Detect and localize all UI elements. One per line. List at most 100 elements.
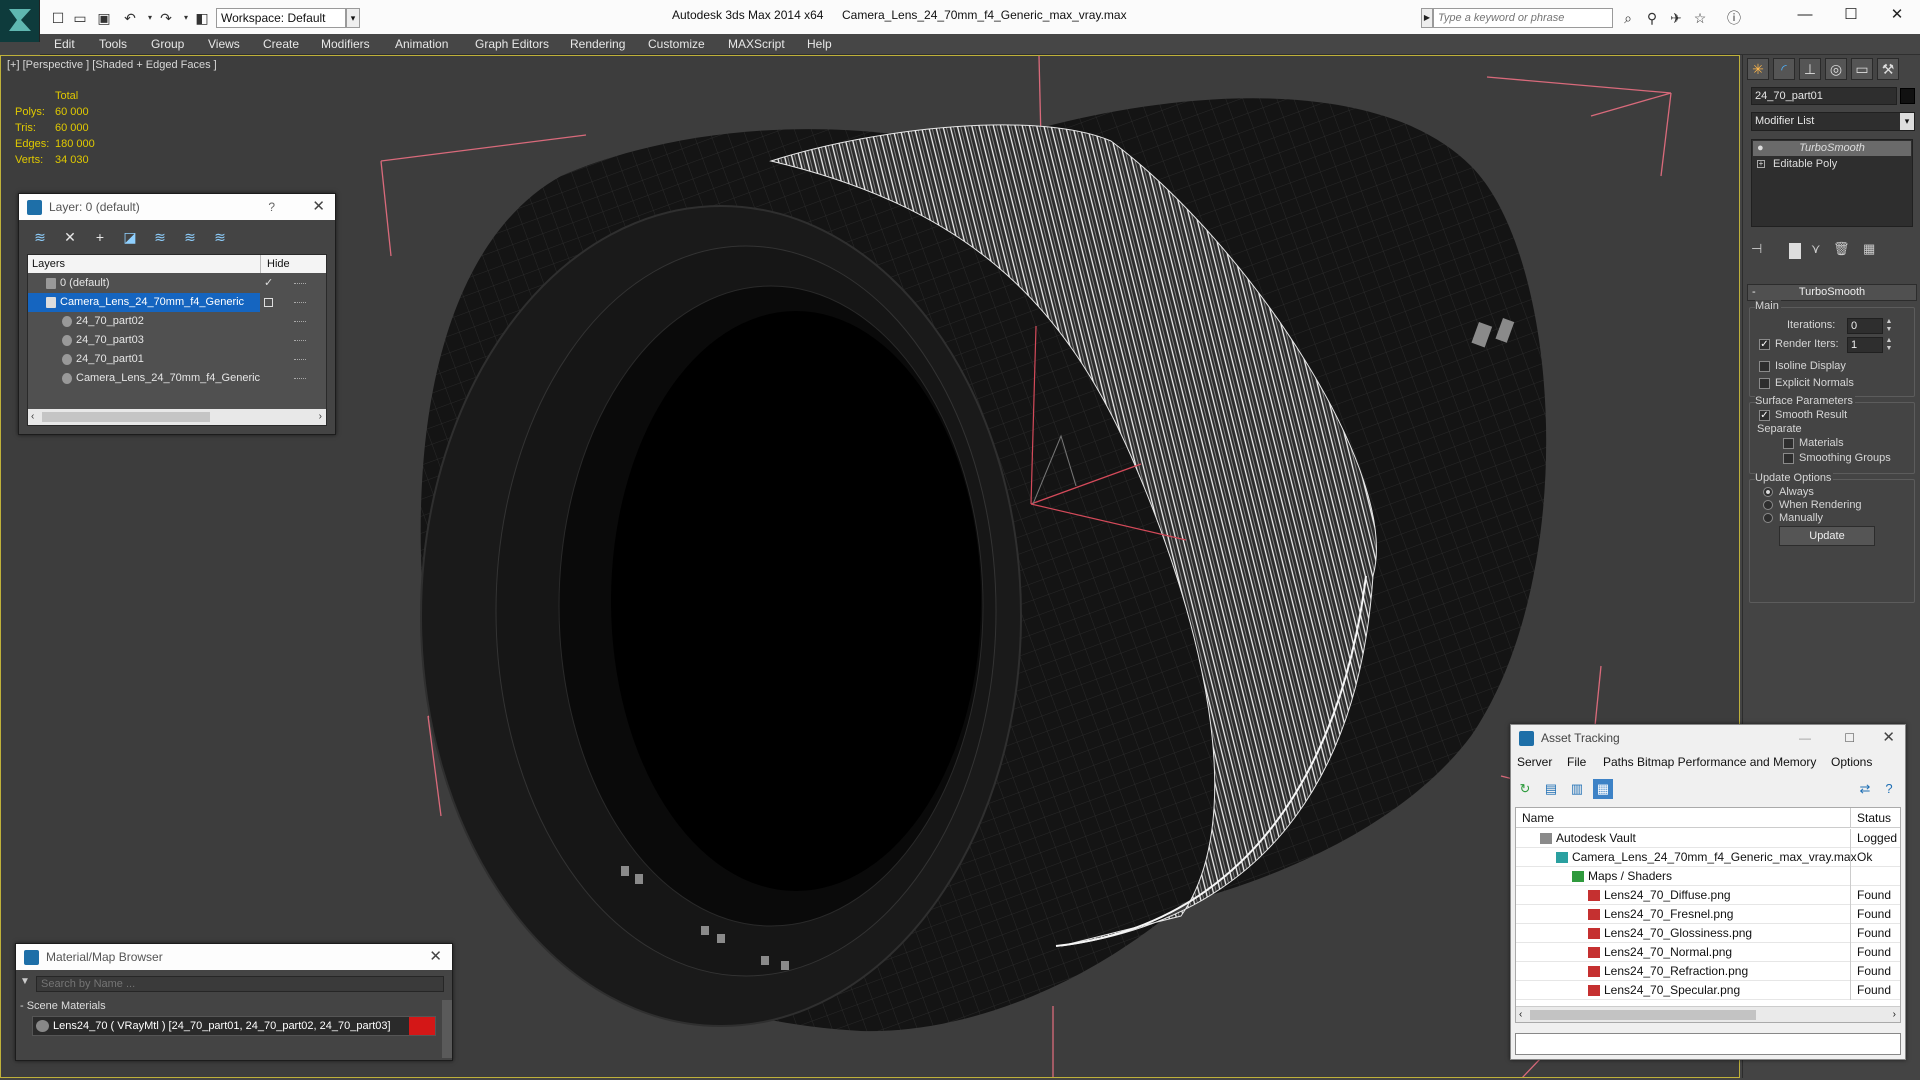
iterations-spinner[interactable]: 0 — [1847, 318, 1883, 334]
minimize-button[interactable]: — — [1799, 725, 1811, 751]
material-item[interactable]: Lens24_70 ( VRayMtl ) [24_70_part01, 24_… — [32, 1016, 436, 1036]
utilities-tab-icon[interactable]: ⚒ — [1877, 58, 1899, 80]
create-layer-icon[interactable]: ≋ — [31, 228, 49, 246]
update-when-rendering-radio[interactable] — [1763, 500, 1773, 510]
material-browser-titlebar[interactable]: Material/Map Browser ✕ — [16, 944, 452, 970]
maximize-button[interactable]: ☐ — [1828, 0, 1874, 30]
layer-object-row[interactable]: 24_70_part03 — [28, 331, 326, 350]
asset-row[interactable]: Lens24_70_Normal.png Found — [1516, 943, 1900, 962]
menu-animation[interactable]: Animation — [395, 34, 448, 55]
display-tab-icon[interactable]: ▭ — [1851, 58, 1873, 80]
configure-modifier-sets-icon[interactable]: ▦ — [1863, 241, 1875, 257]
list-view-icon[interactable]: ▤ — [1541, 779, 1561, 799]
pin-stack-icon[interactable]: ⊣ — [1751, 241, 1762, 257]
layer-object-row[interactable]: 24_70_part01 — [28, 350, 326, 369]
isoline-display-checkbox[interactable] — [1759, 361, 1770, 372]
search-expand-icon[interactable]: ▶ — [1421, 8, 1433, 28]
binoculars-icon[interactable]: ⌕ — [1618, 8, 1638, 28]
smoothing-groups-checkbox[interactable] — [1783, 453, 1794, 464]
materials-checkbox[interactable] — [1783, 438, 1794, 449]
viewport-label[interactable]: [+] [Perspective ] [Shaded + Edged Faces… — [7, 59, 217, 71]
menu-edit[interactable]: Edit — [54, 34, 75, 55]
hierarchy-tab-icon[interactable]: ⊥ — [1799, 58, 1821, 80]
create-tab-icon[interactable]: ✳ — [1747, 58, 1769, 80]
favorites-star-icon[interactable]: ☆ — [1690, 8, 1710, 28]
name-column-header[interactable]: Name — [1522, 808, 1554, 828]
menu-tools[interactable]: Tools — [99, 34, 127, 55]
hide-column-header[interactable]: Hide — [260, 255, 290, 273]
workspace-dropdown[interactable]: Workspace: Default — [216, 8, 346, 28]
render-iters-checkbox[interactable]: ✓ — [1759, 339, 1770, 350]
layer-help-button[interactable]: ? — [268, 194, 275, 220]
render-iters-spinner[interactable]: 1 — [1847, 337, 1883, 353]
menu-modifiers[interactable]: Modifiers — [321, 34, 370, 55]
open-file-icon[interactable]: ▭ — [70, 8, 90, 28]
scroll-left-icon[interactable]: ‹ — [1519, 1007, 1522, 1023]
undo-icon[interactable]: ↶ — [120, 8, 140, 28]
menu-create[interactable]: Create — [263, 34, 299, 55]
close-icon[interactable]: ✕ — [312, 194, 325, 220]
close-icon[interactable]: ✕ — [429, 944, 442, 970]
menu-maxscript[interactable]: MAXScript — [728, 34, 785, 55]
turbosmooth-rollout-header[interactable]: - TurboSmooth — [1747, 284, 1917, 301]
expand-icon[interactable]: + — [1757, 160, 1765, 168]
layer-panel-titlebar[interactable]: Layer: 0 (default) ? ✕ — [19, 194, 335, 220]
close-icon[interactable]: ✕ — [1882, 725, 1895, 751]
menu-group[interactable]: Group — [151, 34, 184, 55]
menu-rendering[interactable]: Rendering — [570, 34, 625, 55]
stack-item-turbosmooth[interactable]: ● TurboSmooth — [1753, 141, 1911, 156]
table-view-icon[interactable]: ▦ — [1593, 779, 1613, 799]
hide-toggle[interactable] — [294, 340, 306, 341]
highlight-layer-icon[interactable]: ≋ — [151, 228, 169, 246]
modifier-list-dropdown[interactable]: Modifier List ▾ — [1751, 112, 1915, 131]
asset-row[interactable]: Lens24_70_Fresnel.png Found — [1516, 905, 1900, 924]
material-browser-scrollbar[interactable] — [442, 1000, 452, 1058]
layers-column-header[interactable]: Layers — [32, 255, 65, 273]
scrollbar-thumb[interactable] — [42, 412, 210, 422]
spinner-arrows-icon[interactable]: ▲ ▼ — [1884, 318, 1894, 334]
bulb-icon[interactable]: ● — [1757, 141, 1764, 156]
hide-toggle[interactable] — [294, 321, 306, 322]
scrollbar-thumb[interactable] — [1530, 1010, 1756, 1020]
close-window-button[interactable]: ✕ — [1874, 0, 1920, 30]
menu-customize[interactable]: Customize — [648, 34, 705, 55]
browser-options-icon[interactable]: ▼ — [20, 976, 30, 987]
menu-server[interactable]: Server — [1517, 755, 1552, 769]
spinner-arrows-icon[interactable]: ▲ ▼ — [1884, 337, 1894, 353]
layer-row-selected[interactable]: Camera_Lens_24_70mm_f4_Generic — [28, 293, 326, 312]
checkout-icon[interactable]: ⇄ — [1855, 779, 1875, 799]
asset-row[interactable]: Lens24_70_Glossiness.png Found — [1516, 924, 1900, 943]
scene-materials-section[interactable]: - Scene Materials — [20, 1000, 106, 1012]
menu-options[interactable]: Options — [1831, 755, 1872, 769]
explicit-normals-checkbox[interactable] — [1759, 378, 1770, 389]
remove-modifier-icon[interactable]: 🗑 — [1833, 241, 1850, 257]
asset-table-scrollbar[interactable]: ‹ › — [1516, 1006, 1900, 1022]
refresh-icon[interactable]: ↻ — [1515, 779, 1535, 799]
asset-row[interactable]: Maps / Shaders — [1516, 867, 1900, 886]
layer-object-row[interactable]: Camera_Lens_24_70mm_f4_Generic — [28, 369, 326, 388]
select-in-layer-icon[interactable]: ◪ — [121, 228, 139, 246]
update-always-radio[interactable] — [1763, 487, 1773, 497]
layer-list-scrollbar[interactable]: ‹ › — [28, 409, 326, 425]
menu-paths[interactable]: Paths — [1603, 755, 1634, 769]
help-query-icon[interactable]: ? — [1879, 779, 1899, 799]
hide-toggle[interactable] — [294, 359, 306, 360]
active-layer-check-icon[interactable]: ✓ — [264, 274, 273, 293]
menu-views[interactable]: Views — [208, 34, 240, 55]
scroll-right-icon[interactable]: › — [1893, 1007, 1896, 1023]
set-current-layer-icon[interactable] — [264, 298, 273, 307]
smooth-result-checkbox[interactable]: ✓ — [1759, 410, 1770, 421]
hide-all-layers-icon[interactable]: ≋ — [181, 228, 199, 246]
save-file-icon[interactable]: ▣ — [94, 8, 114, 28]
minimize-button[interactable]: — — [1782, 0, 1828, 30]
scroll-right-icon[interactable]: › — [319, 409, 322, 425]
subscription-icon[interactable]: ⚲ — [1642, 8, 1662, 28]
menu-graph-editors[interactable]: Graph Editors — [475, 34, 549, 55]
asset-row[interactable]: Lens24_70_Diffuse.png Found — [1516, 886, 1900, 905]
motion-tab-icon[interactable]: ◎ — [1825, 58, 1847, 80]
project-folder-icon[interactable]: ◧ — [192, 8, 212, 28]
status-column-header[interactable]: Status — [1850, 808, 1891, 828]
new-file-icon[interactable]: ☐ — [48, 8, 68, 28]
object-name-field[interactable]: 24_70_part01 — [1751, 87, 1897, 105]
object-color-swatch[interactable] — [1900, 88, 1915, 104]
